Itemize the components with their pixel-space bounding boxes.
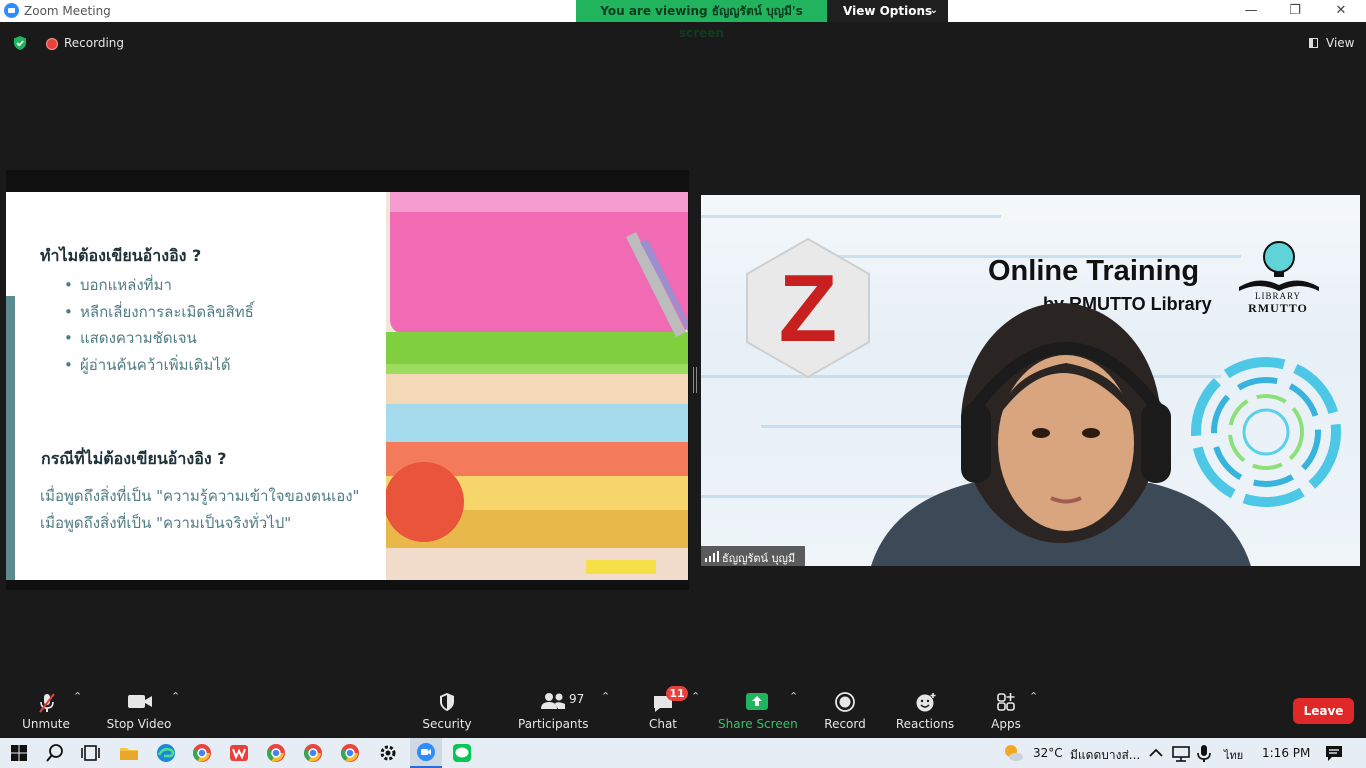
encryption-shield-icon[interactable] [12, 35, 28, 51]
share-screen-icon [746, 693, 768, 710]
chrome-browser-icon[interactable] [191, 742, 213, 764]
recording-icon [46, 38, 58, 50]
share-screen-caret-icon[interactable]: ⌃ [789, 690, 798, 703]
zoom-logo-icon [4, 3, 19, 18]
edge-browser-icon[interactable] [155, 742, 177, 764]
tray-chevron-up-icon[interactable] [1145, 742, 1167, 764]
record-button[interactable]: Record [820, 686, 870, 738]
bg-streak [701, 215, 1001, 218]
line-app-icon[interactable] [451, 742, 473, 764]
restore-button[interactable]: ❐ [1272, 0, 1318, 22]
record-icon [835, 692, 855, 712]
video-options-caret-icon[interactable]: ⌃ [171, 690, 180, 703]
participants-icon [541, 693, 565, 709]
window-title: Zoom Meeting [24, 4, 111, 18]
stop-video-label: Stop Video [106, 717, 172, 731]
slide-line: เมื่อพูดถึงสิ่งที่เป็น "ความเป็นจริงทั่ว… [40, 514, 292, 532]
stop-video-button[interactable]: Stop Video [104, 686, 174, 738]
resize-handle[interactable] [693, 367, 697, 393]
slide-accent-bar [6, 296, 15, 580]
chevron-down-icon: ⌄ [929, 5, 938, 16]
participant-name: ธัญญรัตน์ บุญมี [722, 552, 796, 565]
windows-taskbar: 32°C มีแดดบางส่... ไทย 1:16 PM [0, 738, 1366, 768]
microphone-muted-icon [39, 693, 55, 713]
settings-gear-icon[interactable] [377, 742, 399, 764]
unmute-label: Unmute [22, 717, 70, 731]
slide-bullet-list: บอกแหล่งที่มา หลีกเลี่ยงการละเมิดลิขสิทธ… [64, 272, 254, 378]
slide-bullet: ผู้อ่านค้นคว้าเพิ่มเติมได้ [64, 352, 254, 379]
view-label: View [1326, 36, 1355, 50]
apps-caret-icon[interactable]: ⌃ [1029, 690, 1038, 703]
books-illustration [384, 192, 688, 580]
close-button[interactable]: ✕ [1318, 0, 1364, 22]
apps-button[interactable]: Apps [984, 686, 1028, 738]
microphone-tray-icon[interactable] [1193, 742, 1215, 764]
network-icon[interactable] [1170, 742, 1192, 764]
slide-bullet: บอกแหล่งที่มา [64, 272, 254, 299]
chat-label: Chat [648, 717, 678, 731]
participants-label: Participants [518, 717, 589, 731]
slide-heading-why-cite: ทำไมต้องเขียนอ้างอิง ? [40, 246, 202, 265]
chat-caret-icon[interactable]: ⌃ [691, 690, 700, 703]
window-title-bar: Zoom Meeting You are viewing ธัญญรัตน์ บ… [0, 0, 1366, 40]
record-label: Record [824, 717, 866, 731]
library-book-lightbulb-icon [1239, 241, 1319, 291]
view-layout-icon [1309, 38, 1318, 48]
chat-unread-badge: 11 [666, 686, 688, 701]
view-options-button[interactable]: View Options ⌄ [827, 0, 948, 22]
reactions-label: Reactions [895, 717, 955, 731]
file-explorer-icon[interactable] [118, 742, 140, 764]
share-screen-button[interactable]: Share Screen [718, 686, 798, 738]
security-label: Security [422, 717, 472, 731]
view-options-label: View Options [843, 4, 933, 18]
windows-start-icon[interactable] [8, 742, 30, 764]
unmute-button[interactable]: Unmute [12, 686, 80, 738]
input-language[interactable]: ไทย [1224, 746, 1243, 764]
shared-slide: ทำไมต้องเขียนอ้างอิง ? บอกแหล่งที่มา หลี… [6, 192, 688, 580]
reactions-button[interactable]: Reactions [894, 686, 956, 738]
notifications-icon[interactable] [1323, 742, 1345, 764]
video-camera-icon [128, 695, 152, 708]
participants-count: 97 [569, 692, 585, 706]
meeting-toolbar: Unmute ⌃ Stop Video ⌃ Security Participa… [0, 686, 1366, 738]
zoom-taskbar-item[interactable] [410, 738, 442, 768]
participant-person [871, 303, 1251, 566]
apps-icon [997, 693, 1015, 711]
security-shield-icon [440, 693, 454, 711]
signal-strength-icon [705, 551, 719, 562]
chrome-profile-icon[interactable] [339, 742, 361, 764]
slide-bullet: แสดงความชัดเจน [64, 325, 254, 352]
slide-line: เมื่อพูดถึงสิ่งที่เป็น "ความรู้ความเข้าใ… [40, 487, 360, 505]
recording-label: Recording [64, 36, 125, 50]
task-view-icon[interactable] [79, 742, 101, 764]
participants-caret-icon[interactable]: ⌃ [601, 690, 610, 703]
viewing-message: You are viewing ธัญญรัตน์ บุญมี's screen [576, 0, 827, 40]
weather-temperature: 32°C [1033, 746, 1063, 760]
chrome-profile-icon[interactable] [302, 742, 324, 764]
search-icon[interactable] [44, 742, 66, 764]
training-title: Online Training [988, 255, 1200, 287]
audio-options-caret-icon[interactable]: ⌃ [73, 690, 82, 703]
reactions-smiley-icon [916, 693, 936, 712]
view-button[interactable]: View [1300, 33, 1362, 53]
slide-bullet: หลีกเลี่ยงการละเมิดลิขสิทธิ์ [64, 299, 254, 326]
weather-sun-icon[interactable] [1002, 742, 1024, 764]
participant-video-tile[interactable]: Z Online Training by RMUTTO Library LIBR… [701, 195, 1360, 566]
library-logo-top-text: LIBRARY [1254, 291, 1301, 301]
zotero-letter: Z [779, 255, 838, 362]
books-image [384, 192, 688, 580]
security-button[interactable]: Security [418, 686, 476, 738]
wps-office-icon[interactable] [228, 742, 250, 764]
viewing-banner: You are viewing ธัญญรัตน์ บุญมี's screen… [576, 0, 948, 40]
share-screen-label: Share Screen [718, 717, 798, 731]
minimize-button[interactable]: — [1228, 0, 1274, 22]
clock-time[interactable]: 1:16 PM [1262, 746, 1310, 760]
participant-name-tag: ธัญญรัตน์ บุญมี [701, 546, 805, 566]
chrome-profile-icon[interactable] [265, 742, 287, 764]
leave-button[interactable]: Leave [1293, 698, 1354, 724]
apps-label: Apps [991, 717, 1021, 731]
weather-description: มีแดดบางส่... [1070, 748, 1141, 762]
zoom-app-icon [417, 743, 435, 761]
slide-heading-no-cite: กรณีที่ไม่ต้องเขียนอ้างอิง ? [41, 449, 227, 468]
